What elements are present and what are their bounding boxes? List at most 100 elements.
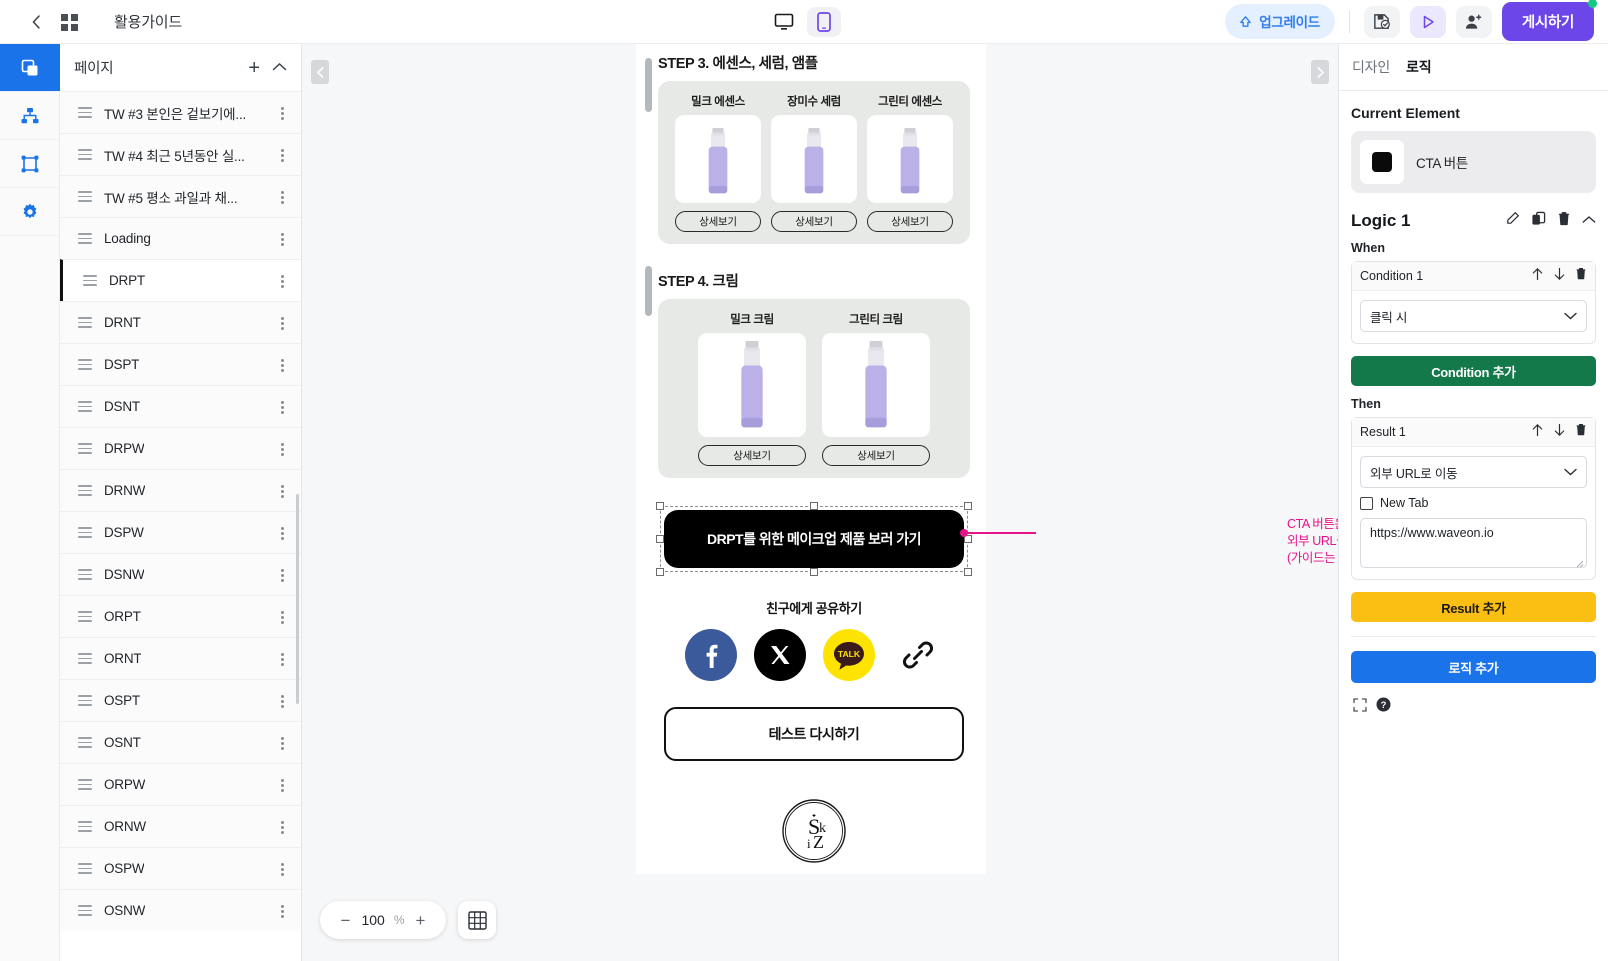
help-icon[interactable]: ?: [1376, 697, 1391, 717]
share-copy-link-button[interactable]: [892, 629, 944, 681]
new-tab-checkbox[interactable]: [1360, 496, 1373, 510]
back-button[interactable]: [26, 12, 46, 32]
current-element-card[interactable]: CTA 버튼: [1351, 131, 1596, 193]
result-delete-icon[interactable]: [1575, 423, 1587, 441]
rail-item-elements[interactable]: [0, 140, 60, 188]
drag-handle-icon[interactable]: [78, 107, 92, 118]
device-mobile-button[interactable]: [807, 6, 841, 37]
drag-handle-icon[interactable]: [78, 401, 92, 412]
detail-button[interactable]: 상세보기: [675, 211, 761, 232]
page-more-icon[interactable]: [275, 567, 289, 583]
drag-handle-icon[interactable]: [78, 485, 92, 496]
page-list-item[interactable]: ORNT: [60, 637, 301, 679]
page-list-item[interactable]: TW #4 최근 5년동안 실...: [60, 133, 301, 175]
drag-handle-icon[interactable]: [78, 569, 92, 580]
drag-handle-icon[interactable]: [78, 863, 92, 874]
preview-button[interactable]: [1409, 5, 1446, 38]
invite-member-button[interactable]: [1455, 5, 1492, 38]
zoom-value[interactable]: 100: [361, 912, 384, 928]
rail-item-pages[interactable]: [0, 44, 60, 92]
page-list-item[interactable]: ORNW: [60, 805, 301, 847]
product-card[interactable]: 장미수 세럼 상세보기: [771, 93, 857, 232]
page-more-icon[interactable]: [275, 693, 289, 709]
page-more-icon[interactable]: [275, 273, 289, 289]
collapse-left-panel-button[interactable]: [311, 60, 329, 84]
page-more-icon[interactable]: [275, 903, 289, 919]
page-list-item[interactable]: Loading: [60, 217, 301, 259]
product-card[interactable]: 그린티 에센스 상세보기: [867, 93, 953, 232]
drag-handle-icon[interactable]: [78, 527, 92, 538]
drag-handle-icon[interactable]: [78, 779, 92, 790]
resize-handle-bottom-center[interactable]: [810, 568, 818, 576]
page-list-item[interactable]: DRNW: [60, 469, 301, 511]
condition-move-up-icon[interactable]: [1531, 267, 1544, 286]
save-button[interactable]: [1363, 5, 1400, 38]
detail-button[interactable]: 상세보기: [698, 445, 806, 466]
tab-design[interactable]: 디자인: [1352, 57, 1390, 77]
page-more-icon[interactable]: [275, 525, 289, 541]
page-more-icon[interactable]: [275, 735, 289, 751]
product-card[interactable]: 밀크 에센스 상세보기: [675, 93, 761, 232]
drag-handle-icon[interactable]: [78, 611, 92, 622]
apps-grid-icon[interactable]: [60, 12, 80, 32]
rail-item-settings[interactable]: [0, 188, 60, 236]
resize-handle-top-right[interactable]: [964, 502, 972, 510]
share-kakaotalk-button[interactable]: TALK: [822, 629, 875, 681]
result-move-up-icon[interactable]: [1531, 423, 1544, 442]
resize-handle-middle-left[interactable]: [656, 535, 664, 543]
page-more-icon[interactable]: [275, 105, 289, 121]
drag-handle-icon[interactable]: [78, 149, 92, 160]
page-more-icon[interactable]: [275, 609, 289, 625]
resize-handle-bottom-left[interactable]: [656, 568, 664, 576]
detail-button[interactable]: 상세보기: [867, 211, 953, 232]
device-desktop-button[interactable]: [767, 7, 801, 37]
drag-handle-icon[interactable]: [78, 905, 92, 916]
page-more-icon[interactable]: [275, 861, 289, 877]
detail-button[interactable]: 상세보기: [822, 445, 930, 466]
drag-handle-icon[interactable]: [78, 317, 92, 328]
condition-delete-icon[interactable]: [1575, 267, 1587, 285]
page-list-item[interactable]: TW #5 평소 과일과 채...: [60, 175, 301, 217]
page-more-icon[interactable]: [275, 357, 289, 373]
page-list-item[interactable]: DRPW: [60, 427, 301, 469]
page-more-icon[interactable]: [275, 819, 289, 835]
page-list-item[interactable]: OSNT: [60, 721, 301, 763]
drag-handle-icon[interactable]: [78, 359, 92, 370]
product-card[interactable]: 그린티 크림 상세보기: [822, 311, 930, 466]
drag-handle-icon[interactable]: [78, 737, 92, 748]
drag-handle-icon[interactable]: [78, 443, 92, 454]
detail-button[interactable]: 상세보기: [771, 211, 857, 232]
rail-item-flow[interactable]: [0, 92, 60, 140]
add-page-button[interactable]: +: [248, 58, 260, 78]
url-input[interactable]: https://www.waveon.io: [1360, 518, 1587, 568]
page-list-item[interactable]: ORPW: [60, 763, 301, 805]
page-more-icon[interactable]: [275, 189, 289, 205]
page-more-icon[interactable]: [275, 777, 289, 793]
page-list-item[interactable]: DSNW: [60, 553, 301, 595]
add-condition-button[interactable]: Condition 추가: [1351, 356, 1596, 386]
page-more-icon[interactable]: [275, 399, 289, 415]
page-list-item[interactable]: OSPW: [60, 847, 301, 889]
drag-handle-icon[interactable]: [78, 233, 92, 244]
page-more-icon[interactable]: [275, 147, 289, 163]
edit-icon[interactable]: [1505, 211, 1520, 231]
page-list-item[interactable]: TW #3 본인은 겉보기에...: [60, 91, 301, 133]
trash-icon[interactable]: [1557, 211, 1571, 231]
collapse-pages-button[interactable]: [272, 59, 287, 77]
page-list-item[interactable]: DSNT: [60, 385, 301, 427]
page-more-icon[interactable]: [275, 483, 289, 499]
fullscreen-icon[interactable]: [1353, 697, 1367, 717]
zoom-in-button[interactable]: +: [414, 912, 428, 929]
condition-move-down-icon[interactable]: [1553, 267, 1566, 286]
pages-scrollbar[interactable]: [296, 494, 299, 704]
page-more-icon[interactable]: [275, 315, 289, 331]
result-action-select[interactable]: 외부 URL로 이동: [1360, 456, 1587, 488]
share-facebook-button[interactable]: [684, 629, 737, 681]
add-logic-button[interactable]: 로직 추가: [1351, 651, 1596, 683]
drag-handle-icon[interactable]: [78, 191, 92, 202]
page-more-icon[interactable]: [275, 441, 289, 457]
page-list-item[interactable]: DRNT: [60, 301, 301, 343]
page-list-item[interactable]: DSPT: [60, 343, 301, 385]
textarea-resize-handle[interactable]: [1576, 557, 1584, 568]
page-list-item[interactable]: OSPT: [60, 679, 301, 721]
